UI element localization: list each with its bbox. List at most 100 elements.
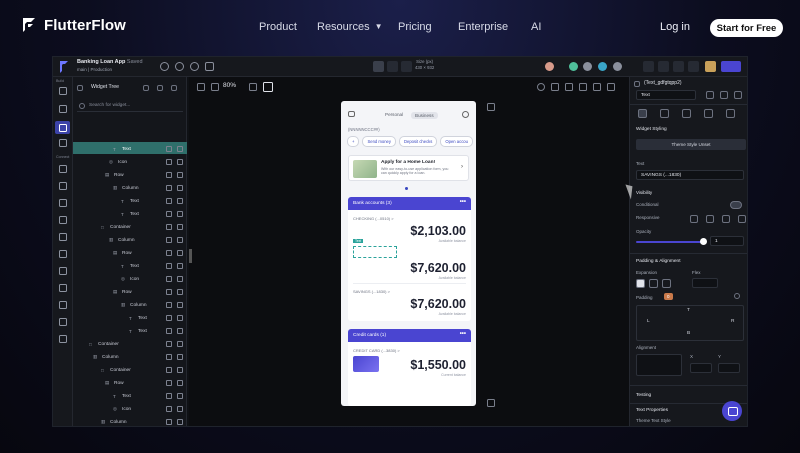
custom-code-icon[interactable] (59, 216, 67, 224)
tree-row[interactable]: ▥ Column (93, 351, 119, 363)
row-menu-icon[interactable] (177, 289, 183, 295)
components-icon[interactable] (59, 139, 67, 147)
phone-visibility-icon[interactable] (690, 215, 698, 223)
row-menu-icon[interactable] (177, 393, 183, 399)
brand-logo[interactable]: FlutterFlow (20, 16, 126, 34)
account-label[interactable]: SAVINGS (...1830) > (353, 289, 390, 294)
account-label[interactable]: CHECKING (...0510) > (353, 216, 394, 221)
add-icon[interactable] (487, 103, 495, 111)
tree-row[interactable]: ◎ Icon (121, 273, 139, 285)
tree-row[interactable]: T Text (113, 143, 131, 155)
row-menu-icon[interactable] (177, 341, 183, 347)
info-icon[interactable] (720, 91, 728, 99)
grid-icon[interactable] (607, 83, 615, 91)
tree-row[interactable]: ▥ Column (113, 182, 139, 194)
preview-icon[interactable] (598, 62, 607, 71)
row-menu-icon[interactable] (177, 380, 183, 386)
collapse-icon[interactable] (157, 85, 163, 91)
wrap-widget-icon[interactable] (166, 198, 172, 204)
padding-value-badge[interactable]: 0 (664, 293, 673, 300)
row-menu-icon[interactable] (177, 172, 183, 178)
wrap-widget-icon[interactable] (166, 302, 172, 308)
expansion-flex-icon[interactable] (649, 279, 658, 288)
tablet-visibility-icon[interactable] (706, 215, 714, 223)
comment-icon[interactable] (583, 62, 592, 71)
wrap-widget-icon[interactable] (166, 276, 172, 282)
device-phone-icon[interactable] (373, 61, 384, 72)
wrap-widget-icon[interactable] (166, 393, 172, 399)
more-icon[interactable] (171, 85, 177, 91)
theme-icon[interactable] (59, 250, 67, 258)
code-icon[interactable] (658, 61, 669, 72)
help-icon[interactable] (190, 62, 199, 71)
storyboard-icon[interactable] (59, 105, 67, 113)
more-icon[interactable]: ••• (460, 199, 466, 205)
docs-tab-icon[interactable] (726, 109, 735, 118)
row-menu-icon[interactable] (177, 315, 183, 321)
row-menu-icon[interactable] (177, 146, 183, 152)
chip-deposit-checks[interactable]: Deposit checks (398, 136, 438, 147)
wrap-widget-icon[interactable] (166, 367, 172, 373)
zoom-level[interactable]: 80% (223, 82, 236, 89)
row-menu-icon[interactable] (177, 419, 183, 425)
chip-add[interactable]: + (347, 136, 360, 147)
wrap-widget-icon[interactable] (166, 185, 172, 191)
align-y-field[interactable] (718, 363, 740, 373)
opacity-value-field[interactable]: 1 (710, 236, 744, 246)
tree-row[interactable]: T Text (121, 208, 139, 220)
wrap-widget-icon[interactable] (166, 263, 172, 269)
padding-editor[interactable]: T L R B (636, 305, 744, 341)
wrap-widget-icon[interactable] (166, 146, 172, 152)
media-icon[interactable] (59, 233, 67, 241)
download-icon[interactable] (643, 61, 654, 72)
row-menu-icon[interactable] (177, 328, 183, 334)
widget-tree-icon[interactable] (59, 124, 67, 132)
rotate-icon[interactable] (593, 83, 601, 91)
flex-field[interactable] (692, 278, 718, 288)
credit-card-label[interactable]: CREDIT CARD (...3830) > (353, 348, 400, 353)
tree-row[interactable]: ◎ Icon (109, 156, 127, 168)
zoom-out-icon[interactable] (211, 83, 219, 91)
nav-resources[interactable]: Resources ▼ (317, 21, 383, 33)
wrap-widget-icon[interactable] (166, 354, 172, 360)
tree-row[interactable]: ▥ Column (121, 299, 147, 311)
wrap-widget-icon[interactable] (166, 237, 172, 243)
avatar[interactable] (545, 62, 554, 71)
wrap-widget-icon[interactable] (166, 211, 172, 217)
wrap-widget-icon[interactable] (166, 406, 172, 412)
expansion-shrink-icon[interactable] (636, 279, 645, 288)
data-schema-icon[interactable] (59, 165, 67, 173)
wrap-widget-icon[interactable] (166, 380, 172, 386)
row-menu-icon[interactable] (177, 224, 183, 230)
opacity-slider-knob[interactable] (700, 238, 707, 245)
canvas-size-label[interactable]: Size (px) 430 × 932 (415, 59, 434, 70)
device-frame-icon[interactable] (551, 83, 559, 91)
row-menu-icon[interactable] (177, 302, 183, 308)
more-icon[interactable] (734, 91, 742, 99)
chat-support-icon[interactable] (722, 401, 742, 421)
wrap-widget-icon[interactable] (166, 419, 172, 425)
start-free-button[interactable]: Start for Free (710, 19, 783, 37)
animation-tab-icon[interactable] (704, 109, 713, 118)
row-menu-icon[interactable] (177, 159, 183, 165)
wrap-widget-icon[interactable] (166, 250, 172, 256)
wrap-widget-icon[interactable] (166, 328, 172, 334)
properties-tab-icon[interactable] (638, 109, 647, 118)
tree-row[interactable]: T Text (129, 312, 147, 324)
opacity-slider[interactable] (636, 241, 702, 243)
collab-icon[interactable] (569, 62, 578, 71)
agents-icon[interactable] (59, 284, 67, 292)
collapse-left-icon[interactable] (197, 83, 205, 91)
row-menu-icon[interactable] (177, 367, 183, 373)
widget-search[interactable]: Search for widget... (77, 101, 183, 112)
app-state-icon[interactable] (59, 182, 67, 190)
row-menu-icon[interactable] (177, 237, 183, 243)
nav-product[interactable]: Product (259, 21, 297, 33)
device-tablet-icon[interactable] (387, 61, 398, 72)
cloud-icon[interactable] (59, 267, 67, 275)
align-x-field[interactable] (690, 363, 712, 373)
globe-icon[interactable] (537, 83, 545, 91)
device-icon[interactable] (688, 61, 699, 72)
project-branch[interactable]: main | Production (77, 67, 112, 72)
reset-icon[interactable] (734, 293, 740, 299)
